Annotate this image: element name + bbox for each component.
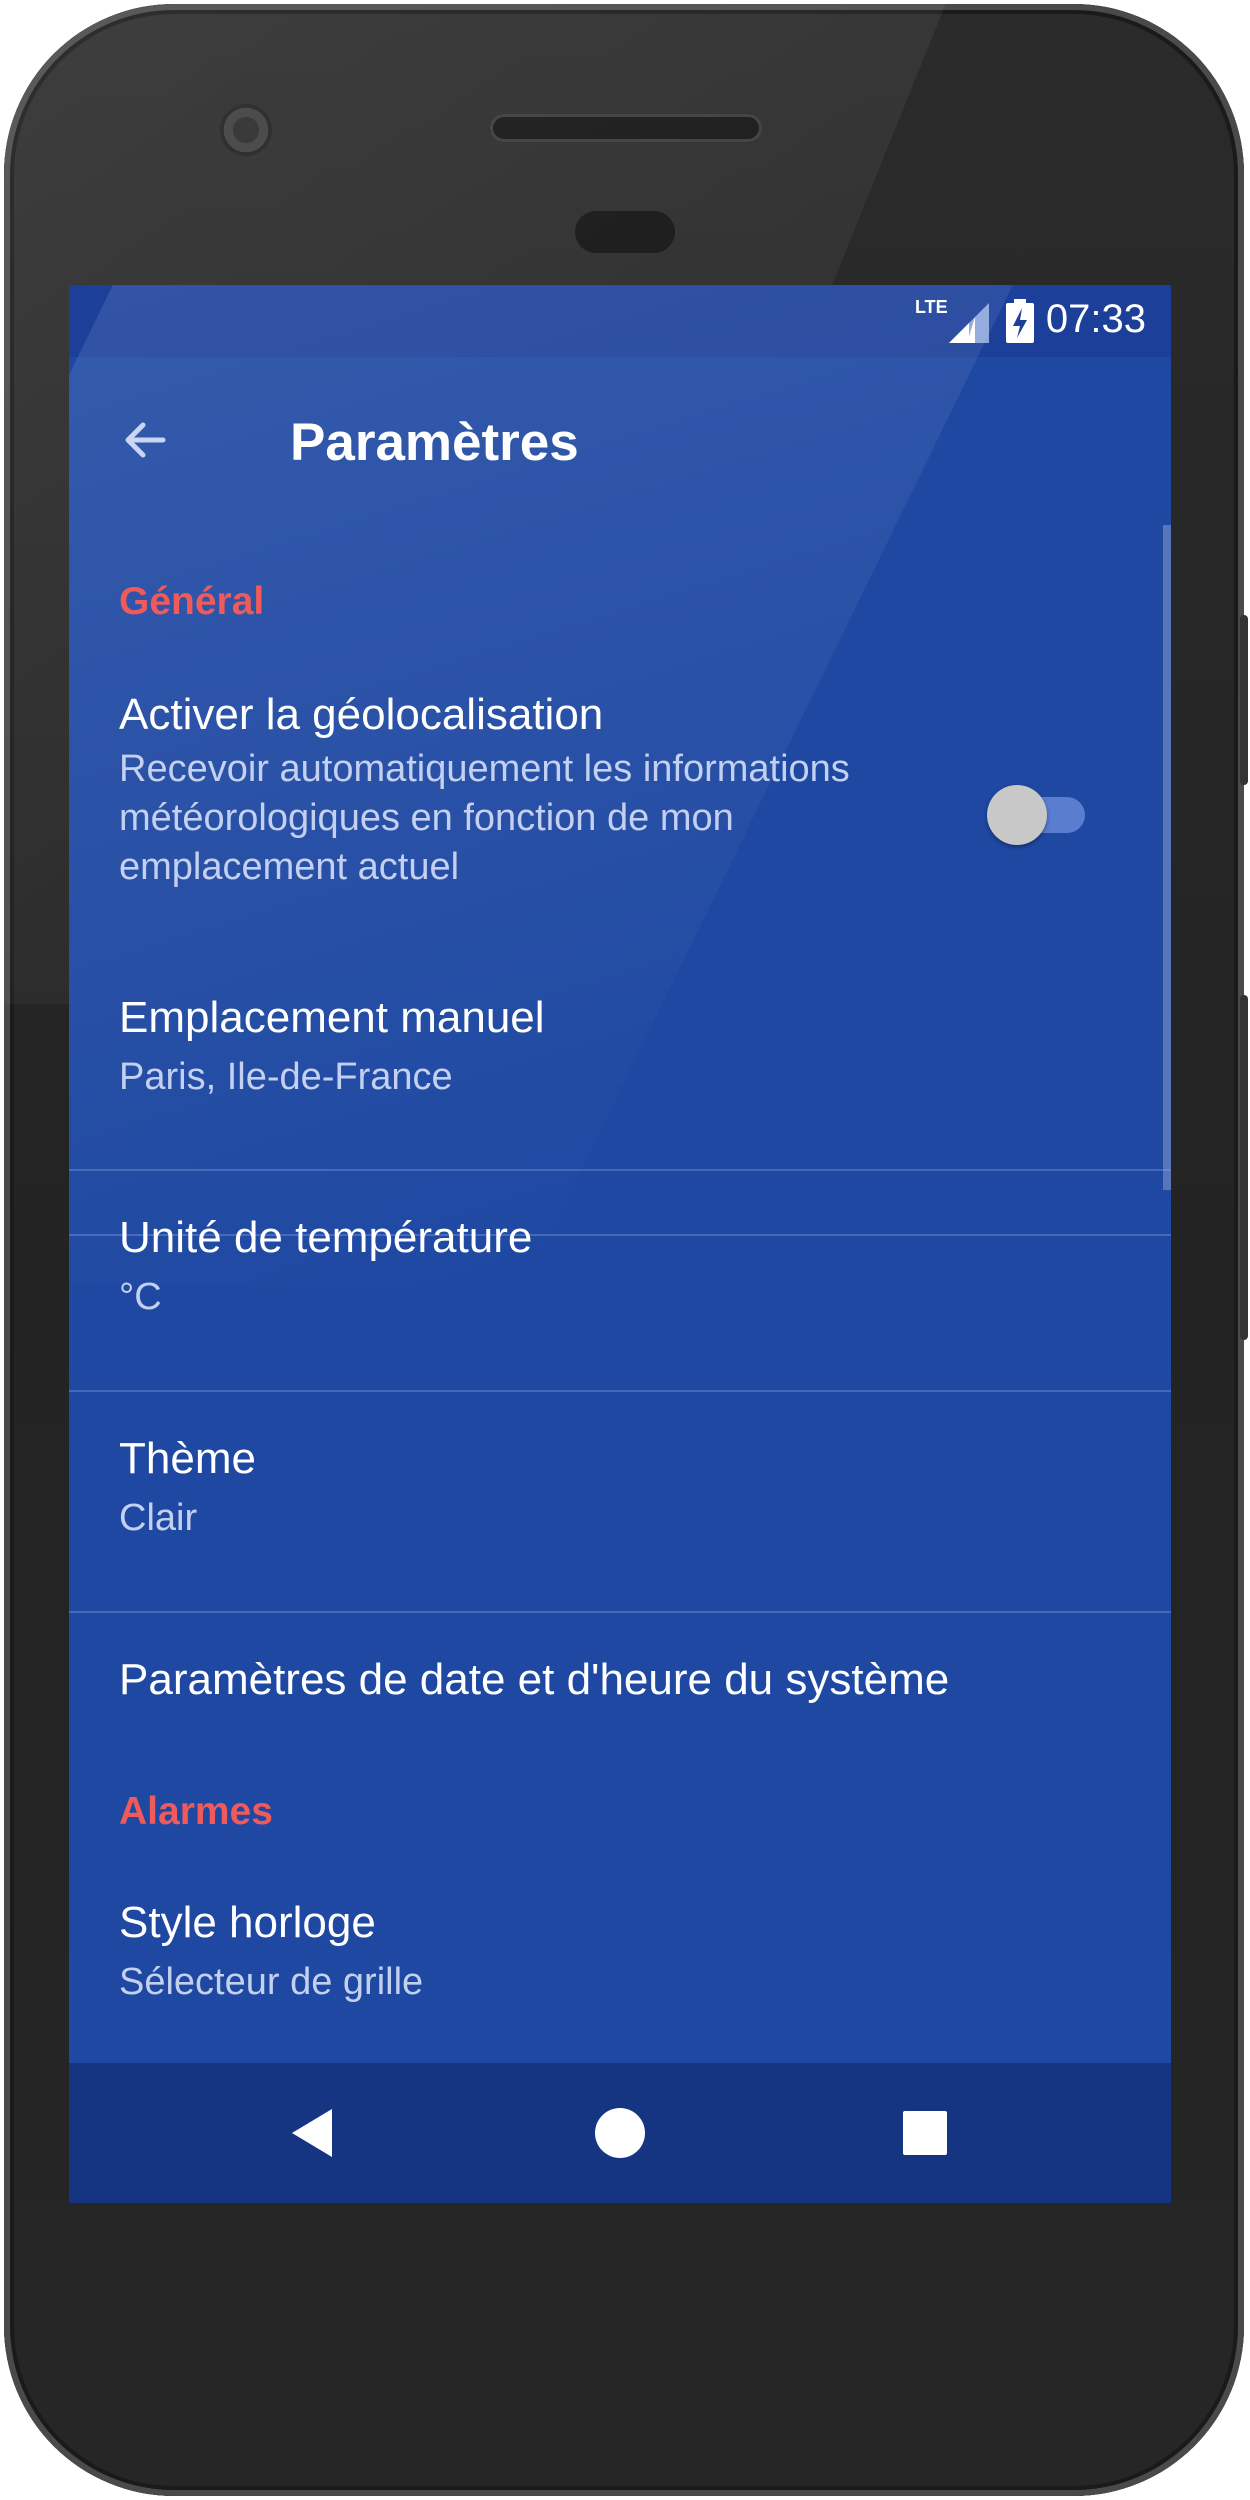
arrow-back-icon bbox=[125, 422, 166, 458]
toggle-thumb bbox=[987, 785, 1047, 845]
status-icons: LTE bbox=[909, 297, 1049, 343]
pref-temperature-unit[interactable]: Unité de température °C bbox=[69, 1171, 1171, 1392]
app-bar: Paramètres bbox=[69, 357, 1171, 527]
circle-home-icon bbox=[595, 2108, 645, 2158]
pref-title: Paramètres de date et d'heure du système bbox=[119, 1655, 950, 1704]
power-button[interactable] bbox=[1240, 615, 1248, 785]
pref-clock-style[interactable]: Style horloge Sélecteur de grille bbox=[69, 1880, 1171, 2063]
pref-manual-location[interactable]: Emplacement manuel Paris, Ile-de-France bbox=[69, 950, 1171, 1171]
page-title: Paramètres bbox=[290, 413, 579, 472]
proximity-sensor bbox=[575, 211, 675, 253]
status-bar: LTE 07:33 bbox=[69, 285, 1171, 357]
volume-button[interactable] bbox=[1240, 995, 1248, 1340]
pref-summary: Paris, Ile-de-France bbox=[119, 1056, 453, 1098]
navigation-bar bbox=[69, 2063, 1171, 2203]
nav-home-button[interactable] bbox=[590, 2103, 650, 2163]
section-header-general: Général bbox=[119, 580, 265, 623]
device-screen: LTE 07:33 Paramètres Général Activer la … bbox=[69, 285, 1171, 2203]
geolocation-toggle[interactable] bbox=[987, 785, 1091, 845]
pref-summary: Sélecteur de grille bbox=[119, 1961, 424, 2003]
status-time: 07:33 bbox=[1045, 297, 1146, 341]
back-button[interactable] bbox=[121, 416, 169, 464]
pref-summary: °C bbox=[119, 1276, 162, 1318]
pref-title: Emplacement manuel bbox=[119, 993, 545, 1042]
pref-summary: Recevoir automatiquement les information… bbox=[119, 748, 850, 888]
network-type-label: LTE bbox=[915, 297, 948, 317]
pref-theme[interactable]: Thème Clair bbox=[69, 1392, 1171, 1613]
pref-title: Thème bbox=[119, 1434, 256, 1483]
triangle-back-icon bbox=[292, 2109, 332, 2157]
pref-title: Unité de température bbox=[119, 1213, 533, 1262]
pref-title: Activer la géolocalisation bbox=[119, 690, 604, 739]
nav-back-button[interactable] bbox=[284, 2103, 344, 2163]
pref-system-datetime[interactable]: Paramètres de date et d'heure du système bbox=[69, 1613, 1171, 1773]
pref-summary: Clair bbox=[119, 1497, 198, 1539]
section-header-alarms: Alarmes bbox=[119, 1790, 273, 1833]
nav-recents-button[interactable] bbox=[895, 2103, 955, 2163]
front-camera bbox=[220, 104, 272, 156]
square-recents-icon bbox=[903, 2111, 947, 2155]
earpiece-speaker bbox=[490, 114, 762, 142]
battery-charging-icon bbox=[1006, 299, 1034, 343]
pref-title: Style horloge bbox=[119, 1898, 376, 1947]
